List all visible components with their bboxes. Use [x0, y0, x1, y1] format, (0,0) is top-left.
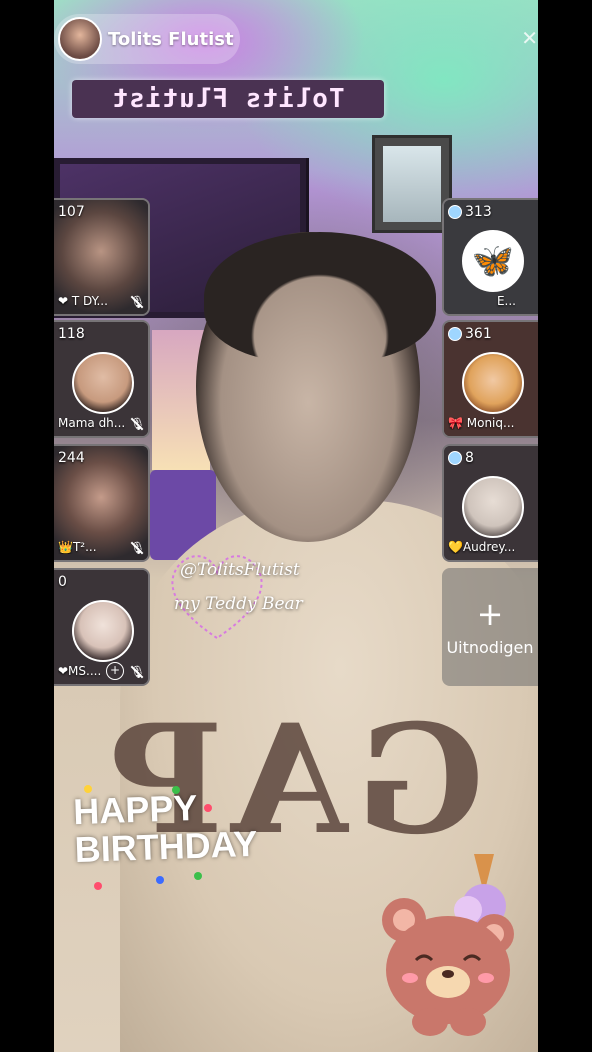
mic-muted-icon: 🎙 [130, 665, 146, 679]
streamer-hair [204, 232, 436, 362]
guest-avatar [462, 476, 524, 538]
host-badge[interactable]: Tolits Flutist [54, 14, 240, 64]
confetti-dot [172, 786, 180, 794]
mention-text: @TolitsFlutist [180, 560, 300, 580]
confetti-dot [94, 882, 102, 890]
host-avatar[interactable] [58, 17, 102, 61]
background-picture-frame [372, 135, 452, 233]
gift-count: 361 [448, 326, 492, 342]
mic-muted-icon: 🎙 [130, 295, 146, 309]
invite-label: Uitnodigen [446, 637, 534, 657]
live-video-stage: Tolits Flutist GAP Tolits Flutist ✕ 107 … [54, 0, 538, 1052]
guest-name: 🎀 Moniq... [448, 416, 515, 430]
caption-text: my Teddy Bear [174, 594, 303, 614]
gift-count: 107 [58, 204, 85, 220]
guest-name: Mama dh... [58, 416, 126, 430]
guest-tile[interactable]: 107 ❤ T DY... 🎙 [54, 198, 150, 316]
letterbox-right [538, 0, 592, 1052]
diamond-icon [448, 205, 462, 219]
guest-name: E... [496, 294, 516, 308]
gift-count: 8 [448, 450, 474, 466]
guest-tile[interactable]: 0 ❤MS.... + 🎙 [54, 568, 150, 686]
confetti-dot [84, 785, 92, 793]
guest-tile[interactable]: 313 🦋 E... [442, 198, 538, 316]
guest-tile[interactable]: 118 Mama dh... 🎙 [54, 320, 150, 438]
invite-button[interactable]: + Uitnodigen [442, 568, 538, 686]
confetti-dot [204, 804, 212, 812]
mic-muted-icon: 🎙 [130, 541, 146, 555]
guest-name: ❤ T DY... [58, 294, 108, 308]
confetti-dot [156, 876, 164, 884]
guest-tile[interactable]: 8 💛Audrey... [442, 444, 538, 562]
diamond-icon [448, 451, 462, 465]
confetti-dot [194, 872, 202, 880]
guest-avatar [72, 600, 134, 662]
plus-icon: + [476, 594, 504, 633]
add-icon[interactable]: + [106, 662, 124, 680]
background-neon-sign: Tolits Flutist [72, 80, 384, 118]
birthday-line-2: BIRTHDAY [73, 822, 259, 871]
butterfly-avatar: 🦋 [462, 230, 524, 292]
letterbox-left [0, 0, 54, 1052]
host-name: Tolits Flutist [108, 28, 234, 50]
guest-name: 👑T²... [58, 540, 97, 554]
teddy-bear-icecream-sticker [382, 854, 514, 1036]
close-icon[interactable]: ✕ [521, 26, 538, 50]
guest-avatar [72, 352, 134, 414]
guest-avatar [462, 352, 524, 414]
gift-count: 118 [58, 326, 85, 342]
gift-count: 313 [448, 204, 492, 220]
diamond-icon [448, 327, 462, 341]
mic-muted-icon: 🎙 [130, 417, 146, 431]
gift-count: 244 [58, 450, 85, 466]
gift-count: 0 [58, 574, 67, 590]
guest-name: 💛Audrey... [448, 540, 516, 554]
guest-tile[interactable]: 244 👑T²... 🎙 [54, 444, 150, 562]
happy-birthday-sticker: HAPPY BIRTHDAY [73, 787, 259, 871]
guest-tile[interactable]: 361 🎀 Moniq... [442, 320, 538, 438]
